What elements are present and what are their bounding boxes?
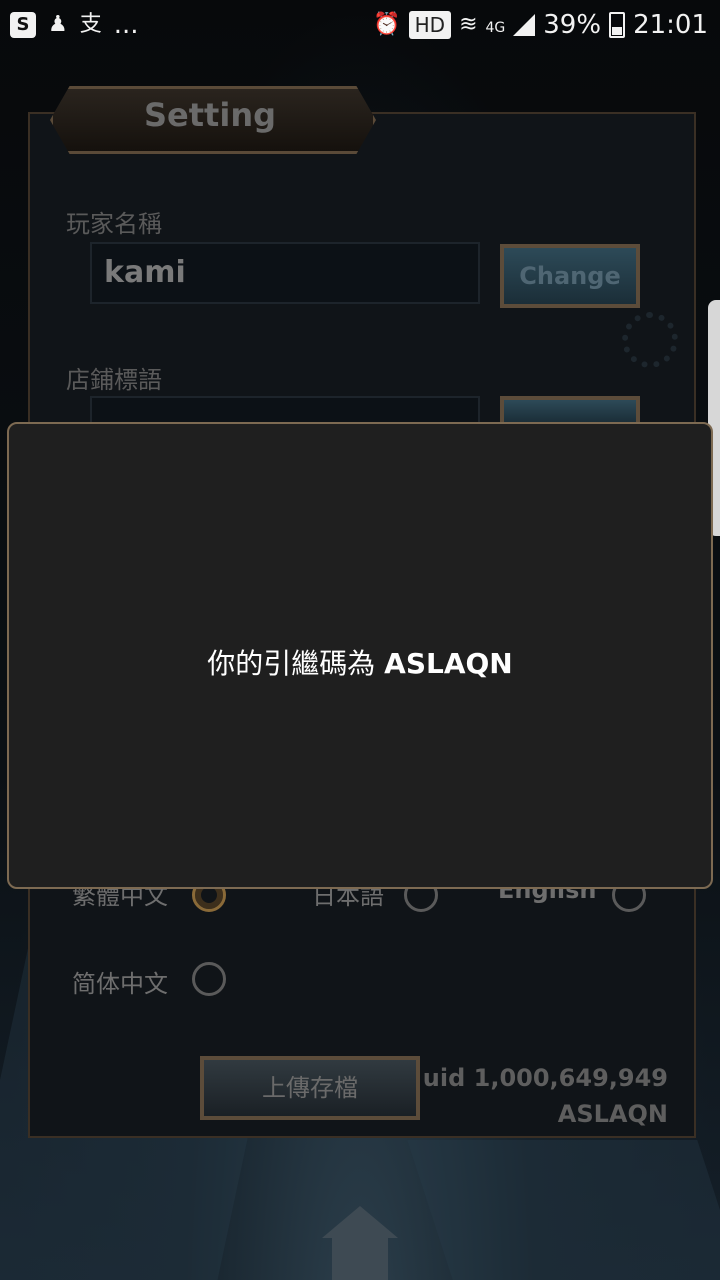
player-name-label: 玩家名稱 bbox=[66, 210, 162, 238]
home-icon[interactable] bbox=[322, 1206, 398, 1280]
status-bar: S ♟ 支 ... ⏰ HD ≋ 4G 39% 21:01 bbox=[0, 0, 720, 50]
uid-text: uid 1,000,649,949 bbox=[422, 1064, 668, 1092]
lang-label-simplified: 简体中文 bbox=[72, 970, 168, 998]
battery-icon bbox=[609, 12, 626, 38]
zhi-char-icon: 支 bbox=[79, 12, 102, 37]
alarm-icon: ⏰ bbox=[373, 12, 401, 37]
settings-title: Setting bbox=[144, 96, 276, 134]
overflow-indicator: ... bbox=[113, 10, 139, 40]
battery-percent: 39% bbox=[543, 10, 602, 40]
upload-save-button[interactable]: 上傳存檔 bbox=[200, 1056, 420, 1120]
shop-tag-label: 店鋪標語 bbox=[66, 366, 162, 394]
signal-icon bbox=[513, 14, 536, 36]
wifi-icon: ≋ bbox=[459, 12, 478, 37]
network-type: 4G bbox=[485, 20, 506, 36]
clock: 21:01 bbox=[633, 10, 708, 40]
dialog-code: ASLAQN bbox=[384, 647, 513, 680]
dialog-message: 你的引繼碼為 ASLAQN bbox=[9, 642, 711, 682]
transfer-code-text: ASLAQN bbox=[557, 1100, 668, 1128]
transfer-code-dialog[interactable]: 你的引繼碼為 ASLAQN bbox=[7, 422, 713, 889]
hd-badge: HD bbox=[408, 11, 452, 39]
bg-shard bbox=[407, 1140, 720, 1280]
figure-icon: ♟ bbox=[48, 12, 68, 37]
gear-icon[interactable] bbox=[622, 312, 678, 368]
uid-info: uid 1,000,649,949 ASLAQN bbox=[423, 1060, 668, 1132]
change-name-button[interactable]: Change bbox=[500, 244, 640, 308]
radio-simplified[interactable] bbox=[192, 962, 226, 996]
s-app-icon: S bbox=[10, 12, 36, 38]
dialog-message-prefix: 你的引繼碼為 bbox=[207, 647, 385, 680]
player-name-input[interactable]: kami bbox=[90, 242, 480, 304]
